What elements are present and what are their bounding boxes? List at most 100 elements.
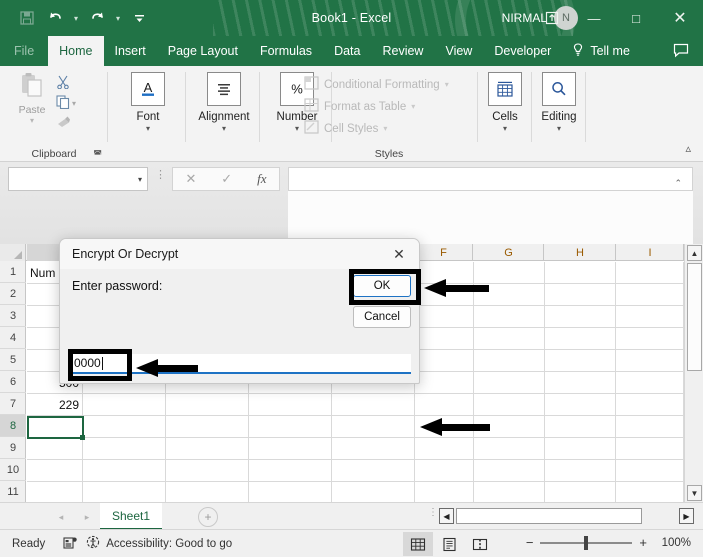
formula-input[interactable]: ⌃ (288, 167, 693, 191)
row-header-10[interactable]: 10 (0, 459, 26, 481)
cell-e9[interactable] (332, 438, 415, 460)
row-header-11[interactable]: 11 (0, 481, 26, 503)
zoom-slider[interactable] (540, 535, 633, 550)
row-header-6[interactable]: 6 (0, 371, 26, 393)
cell-g1[interactable] (474, 262, 545, 284)
redo-icon[interactable] (84, 5, 110, 31)
cell-i8[interactable] (616, 416, 684, 438)
format-as-table-chevron-down-icon[interactable]: ▾ (411, 102, 415, 111)
cell-i9[interactable] (616, 438, 684, 460)
cell-f5[interactable] (415, 350, 474, 372)
font-button[interactable]: A Font ▾ (111, 72, 185, 133)
customize-quick-access-toolbar-icon[interactable] (126, 5, 152, 31)
cell-h11[interactable] (545, 482, 616, 502)
select-all-button[interactable] (0, 244, 26, 261)
maximize-button[interactable]: □ (615, 0, 657, 36)
cell-g7[interactable] (474, 394, 545, 416)
cell-b9[interactable] (83, 438, 166, 460)
editing-chevron-down-icon[interactable]: ▾ (557, 124, 561, 133)
save-icon[interactable] (14, 5, 40, 31)
ribbon-display-options-icon[interactable] (531, 0, 573, 36)
row-header-5[interactable]: 5 (0, 349, 26, 371)
cell-i2[interactable] (616, 284, 684, 306)
cell-h7[interactable] (545, 394, 616, 416)
split-handle[interactable]: ⋮ (428, 508, 438, 518)
dialog-close-icon[interactable]: ✕ (387, 243, 411, 265)
format-painter-button[interactable] (56, 114, 76, 132)
cell-h10[interactable] (545, 460, 616, 482)
cell-f10[interactable] (415, 460, 474, 482)
cell-c7[interactable] (166, 394, 249, 416)
cell-a10[interactable] (27, 460, 83, 482)
cell-f11[interactable] (415, 482, 474, 502)
close-button[interactable]: ✕ (657, 0, 703, 36)
cell-f6[interactable] (415, 372, 474, 394)
cell-i7[interactable] (616, 394, 684, 416)
previous-sheet-icon[interactable]: ◂ (52, 509, 70, 525)
tab-review[interactable]: Review (371, 36, 434, 66)
scroll-right-icon[interactable]: ▶ (679, 508, 694, 524)
cell-g5[interactable] (474, 350, 545, 372)
record-macro-icon[interactable] (63, 536, 77, 552)
cell-a11[interactable] (27, 482, 83, 502)
alignment-button[interactable]: Alignment ▾ (187, 72, 261, 133)
tab-page-layout[interactable]: Page Layout (157, 36, 249, 66)
number-chevron-down-icon[interactable]: ▾ (295, 124, 299, 133)
row-header-2[interactable]: 2 (0, 283, 26, 305)
tab-developer[interactable]: Developer (483, 36, 562, 66)
cell-b11[interactable] (83, 482, 166, 502)
vertical-scroll-thumb[interactable] (687, 263, 702, 371)
next-sheet-icon[interactable]: ▸ (78, 509, 96, 525)
cell-d8[interactable] (249, 416, 332, 438)
cell-h3[interactable] (545, 306, 616, 328)
scroll-down-icon[interactable]: ▼ (687, 485, 702, 501)
row-header-1[interactable]: 1 (0, 261, 26, 283)
conditional-formatting-chevron-down-icon[interactable]: ▾ (445, 80, 449, 89)
format-as-table-button[interactable]: Format as Table ▾ (304, 98, 415, 115)
zoom-out-button[interactable]: − (526, 535, 534, 550)
column-header-g[interactable]: G (474, 244, 544, 261)
cell-c11[interactable] (166, 482, 249, 502)
cell-h6[interactable] (545, 372, 616, 394)
scroll-up-icon[interactable]: ▲ (687, 245, 702, 261)
row-header-9[interactable]: 9 (0, 437, 26, 459)
tab-file[interactable]: File (0, 36, 48, 66)
cell-styles-chevron-down-icon[interactable]: ▾ (383, 124, 387, 133)
row-header-3[interactable]: 3 (0, 305, 26, 327)
cell-d7[interactable] (249, 394, 332, 416)
page-layout-view-icon[interactable] (434, 532, 464, 556)
horizontal-scroll-thumb[interactable] (456, 508, 642, 524)
scroll-left-icon[interactable]: ◀ (439, 508, 454, 524)
cell-i6[interactable] (616, 372, 684, 394)
cell-a7[interactable]: 229 (27, 394, 83, 416)
cell-d11[interactable] (249, 482, 332, 502)
comments-icon[interactable] (673, 43, 689, 61)
conditional-formatting-button[interactable]: Conditional Formatting ▾ (304, 76, 449, 93)
cell-f4[interactable] (415, 328, 474, 350)
cell-g10[interactable] (474, 460, 545, 482)
cell-h4[interactable] (545, 328, 616, 350)
tell-me-search[interactable]: Tell me (562, 36, 640, 66)
enter-formula-icon[interactable]: ✓ (221, 171, 232, 187)
cell-e8[interactable] (332, 416, 415, 438)
cell-i3[interactable] (616, 306, 684, 328)
paste-button[interactable]: Paste ▾ (8, 72, 56, 125)
tab-home[interactable]: Home (48, 36, 104, 66)
cell-f9[interactable] (415, 438, 474, 460)
horizontal-scrollbar[interactable]: ◀ ▶ (438, 507, 695, 526)
row-header-7[interactable]: 7 (0, 393, 26, 415)
cell-e11[interactable] (332, 482, 415, 502)
redo-dropdown-chevron-down-icon[interactable]: ▾ (112, 14, 124, 23)
collapse-ribbon-icon[interactable]: ▵ (685, 142, 691, 155)
cell-i10[interactable] (616, 460, 684, 482)
cell-e10[interactable] (332, 460, 415, 482)
cell-g3[interactable] (474, 306, 545, 328)
cell-g4[interactable] (474, 328, 545, 350)
column-header-h[interactable]: H (545, 244, 616, 261)
cell-f7[interactable] (415, 394, 474, 416)
zoom-in-button[interactable]: + (639, 535, 647, 550)
copy-button[interactable]: ▾ (56, 94, 76, 112)
tab-formulas[interactable]: Formulas (249, 36, 323, 66)
cell-c9[interactable] (166, 438, 249, 460)
add-sheet-icon[interactable]: + (198, 507, 218, 527)
